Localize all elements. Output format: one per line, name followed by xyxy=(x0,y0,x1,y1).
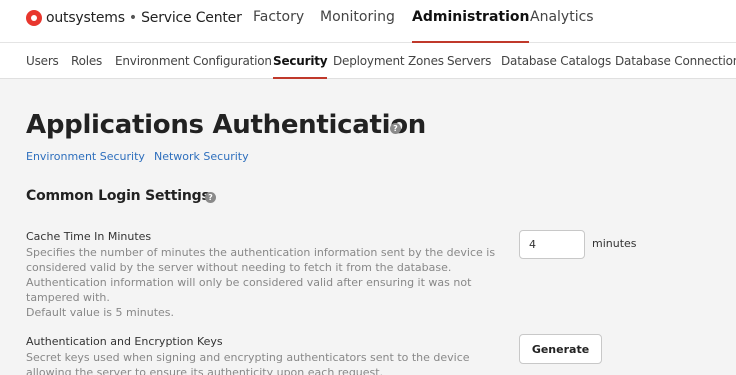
page-title: Applications Authentication xyxy=(26,110,426,140)
tab-roles[interactable]: Roles xyxy=(71,54,102,79)
cache-time-label: Cache Time In Minutes xyxy=(26,230,152,243)
help-icon[interactable]: ? xyxy=(390,123,401,134)
top-bar: outsystems • Service Center Factory Moni… xyxy=(0,0,736,43)
brand-name: outsystems xyxy=(46,10,125,26)
generate-keys-button[interactable]: Generate xyxy=(519,334,602,364)
network-security-link[interactable]: Network Security xyxy=(154,150,249,163)
section-help-icon[interactable]: ? xyxy=(205,192,216,203)
tab-users[interactable]: Users xyxy=(26,54,59,79)
nav-factory[interactable]: Factory xyxy=(253,9,304,43)
tab-database-catalogs[interactable]: Database Catalogs xyxy=(501,54,611,79)
tab-deployment-zones[interactable]: Deployment Zones xyxy=(333,54,444,79)
nav-analytics[interactable]: Analytics xyxy=(530,9,594,43)
tab-security[interactable]: Security xyxy=(273,54,328,79)
nav-monitoring[interactable]: Monitoring xyxy=(320,9,395,43)
brand-separator: • xyxy=(128,10,138,26)
keys-description: Secret keys used when signing and encryp… xyxy=(26,351,470,375)
nav-administration[interactable]: Administration xyxy=(412,9,530,43)
outsystems-logo-icon xyxy=(26,10,42,26)
brand-logo[interactable]: outsystems • Service Center xyxy=(26,9,242,27)
tab-database-connections[interactable]: Database Connections xyxy=(615,54,736,79)
keys-label: Authentication and Encryption Keys xyxy=(26,335,223,348)
cache-time-unit: minutes xyxy=(592,237,637,250)
sub-navigation: Users Roles Environment Configuration Se… xyxy=(0,43,736,79)
cache-time-description-text: Specifies the number of minutes the auth… xyxy=(26,246,496,304)
environment-security-link[interactable]: Environment Security xyxy=(26,150,145,163)
product-name: Service Center xyxy=(141,10,242,26)
cache-time-default-note: Default value is 5 minutes. xyxy=(26,306,175,319)
tab-environment-configuration[interactable]: Environment Configuration xyxy=(115,54,272,79)
tab-servers[interactable]: Servers xyxy=(447,54,491,79)
cache-time-input[interactable] xyxy=(519,230,585,259)
section-title: Common Login Settings xyxy=(26,188,210,204)
cache-time-description: Specifies the number of minutes the auth… xyxy=(26,245,502,320)
